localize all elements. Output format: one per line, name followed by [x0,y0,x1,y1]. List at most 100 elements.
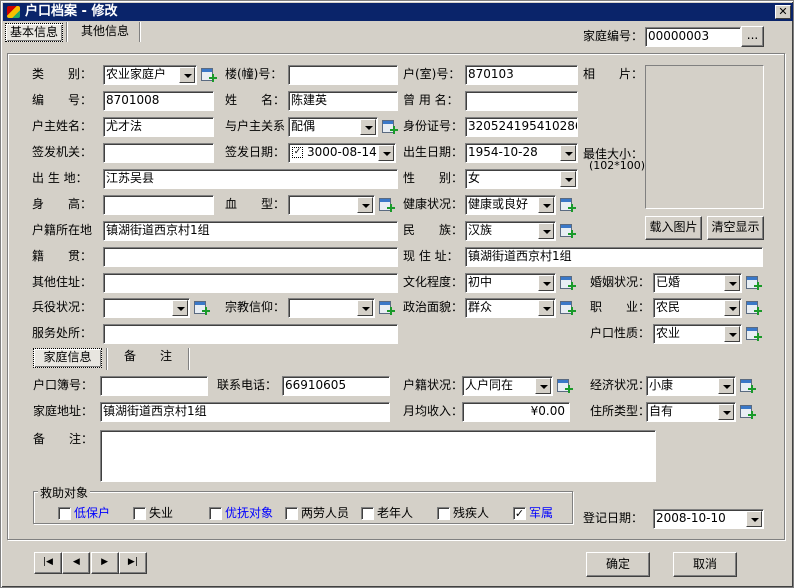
political-select[interactable]: 群众 [465,298,556,318]
health-select[interactable]: 健康或良好 [465,195,556,215]
hukou-type-select[interactable]: 农业 [653,324,742,344]
dropdown-arrow-icon[interactable] [360,119,376,135]
military-add-icon[interactable] [193,299,210,316]
family-no-browse-button[interactable]: ... [741,26,764,47]
gender-select[interactable]: 女 [465,169,578,189]
room-input[interactable]: 870103 [465,65,578,85]
occupation-select[interactable]: 农民 [653,298,742,318]
aid-checkbox-2[interactable] [133,507,146,520]
income-input[interactable]: ¥0.00 [462,402,570,422]
health-add-icon[interactable] [559,196,576,213]
aid-checkbox-4[interactable] [285,507,298,520]
phone-input[interactable]: 66910605 [282,376,390,396]
housing-select[interactable]: 自有 [646,402,736,422]
religion-select[interactable] [288,298,375,318]
first-record-button[interactable]: |◀ [34,552,62,574]
clear-photo-button[interactable]: 清空显示 [707,216,764,240]
education-add-icon[interactable] [559,274,576,291]
dropdown-arrow-icon[interactable] [724,275,740,291]
category-select[interactable]: 农业家庭户 [103,65,197,85]
aid-checkbox-1[interactable] [58,507,71,520]
date-enable-checkbox[interactable]: ✓ [292,147,303,158]
aid-label[interactable]: 老年人 [377,506,413,520]
workplace-input[interactable] [103,324,398,344]
aid-label[interactable]: 两劳人员 [301,506,349,520]
dropdown-arrow-icon[interactable] [538,197,554,213]
aid-label[interactable]: 残疾人 [453,506,489,520]
aid-label[interactable]: 军属 [529,506,553,520]
dropdown-arrow-icon[interactable] [535,378,551,394]
other-address-input[interactable] [103,273,398,293]
dropdown-arrow-icon[interactable] [538,275,554,291]
family-no-input[interactable]: 00000003 [645,27,741,47]
remark-input[interactable] [100,430,656,482]
housing-add-icon[interactable] [739,403,756,420]
marital-add-icon[interactable] [745,274,762,291]
economy-select[interactable]: 小康 [646,376,736,396]
reg-status-add-icon[interactable] [556,377,573,394]
military-select[interactable] [103,298,190,318]
native-input[interactable] [103,247,398,267]
aid-label[interactable]: 低保户 [74,506,110,520]
dropdown-arrow-icon[interactable] [538,223,554,239]
dropdown-arrow-icon[interactable] [172,300,188,316]
tab-other-info[interactable]: 其他信息 [70,23,140,42]
dropdown-arrow-icon[interactable] [718,404,734,420]
education-select[interactable]: 初中 [465,273,556,293]
religion-add-icon[interactable] [378,299,395,316]
dropdown-arrow-icon[interactable] [560,145,576,161]
aid-checkbox-6[interactable] [437,507,450,520]
ok-button[interactable]: 确定 [586,552,650,577]
ethnicity-select[interactable]: 汉族 [465,221,556,241]
blood-add-icon[interactable] [378,196,395,213]
aid-checkbox-3[interactable] [209,507,222,520]
political-add-icon[interactable] [559,299,576,316]
economy-add-icon[interactable] [739,377,756,394]
reg-place-input[interactable]: 镇湖街道西京村1组 [103,221,398,241]
subtab-remarks[interactable]: 备 注 [110,348,186,368]
issue-date-select[interactable]: ✓ 3000-08-14 [288,143,396,163]
home-address-input[interactable]: 镇湖街道西京村1组 [100,402,390,422]
height-input[interactable] [103,195,214,215]
building-input[interactable] [288,65,398,85]
tab-basic-info[interactable]: 基本信息 [5,23,63,42]
householder-input[interactable]: 尤才法 [103,117,214,137]
name-input[interactable]: 陈建英 [288,91,398,111]
dropdown-arrow-icon[interactable] [746,511,762,527]
dropdown-arrow-icon[interactable] [179,67,195,83]
dropdown-arrow-icon[interactable] [357,197,373,213]
dropdown-arrow-icon[interactable] [538,300,554,316]
id-no-input[interactable]: 320524195410286423 [465,117,578,137]
category-add-icon[interactable] [200,66,217,83]
dropdown-arrow-icon[interactable] [560,171,576,187]
dropdown-arrow-icon[interactable] [378,145,394,161]
address-input[interactable]: 镇湖街道西京村1组 [465,247,763,267]
load-photo-button[interactable]: 载入图片 [645,216,702,240]
issuer-input[interactable] [103,143,214,163]
former-name-input[interactable] [465,91,578,111]
close-button[interactable]: ✕ [775,5,791,19]
booklet-input[interactable] [100,376,208,396]
last-record-button[interactable]: ▶| [118,552,147,574]
reg-status-select[interactable]: 人户同在 [462,376,553,396]
birth-date-select[interactable]: 1954-10-28 [465,143,578,163]
aid-checkbox-7[interactable]: ✓ [513,507,526,520]
number-input[interactable]: 8701008 [103,91,214,111]
cancel-button[interactable]: 取消 [673,552,737,577]
dropdown-arrow-icon[interactable] [357,300,373,316]
relation-add-icon[interactable] [381,118,398,135]
birthplace-input[interactable]: 江苏吴县 [103,169,398,189]
dropdown-arrow-icon[interactable] [724,326,740,342]
aid-checkbox-5[interactable] [361,507,374,520]
register-date-select[interactable]: 2008-10-10 [653,509,764,529]
occupation-add-icon[interactable] [745,299,762,316]
dropdown-arrow-icon[interactable] [718,378,734,394]
hukou-type-add-icon[interactable] [745,325,762,342]
subtab-family-info[interactable]: 家庭信息 [33,348,102,368]
aid-label[interactable]: 优抚对象 [225,506,273,520]
aid-label[interactable]: 失业 [149,506,173,520]
dropdown-arrow-icon[interactable] [724,300,740,316]
ethnicity-add-icon[interactable] [559,222,576,239]
relation-select[interactable]: 配偶 [288,117,378,137]
marital-select[interactable]: 已婚 [653,273,742,293]
